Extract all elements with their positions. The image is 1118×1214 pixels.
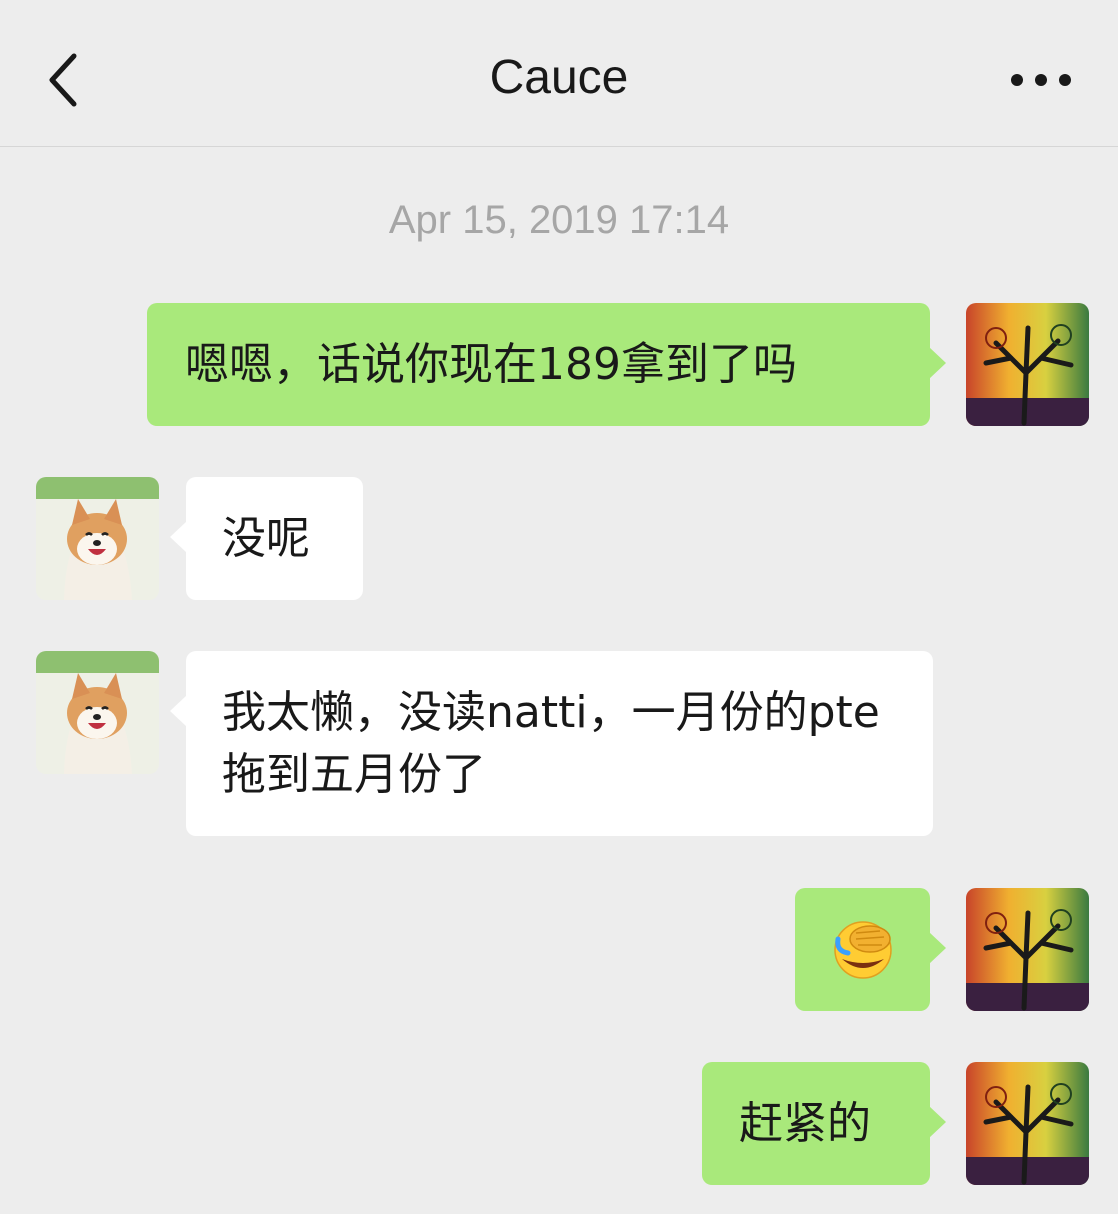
message-bubble-sent[interactable]: [795, 888, 946, 1011]
message-bubble-sent[interactable]: 赶紧的: [702, 1062, 946, 1185]
chat-title: Cauce: [489, 51, 629, 104]
nav-bar: Cauce: [0, 0, 1118, 147]
contact-avatar[interactable]: [36, 477, 159, 600]
message-text: 嗯嗯，话说你现在189拿到了吗: [185, 339, 797, 390]
my-avatar[interactable]: [966, 1062, 1089, 1185]
tree-avatar-image: [966, 303, 1089, 426]
message-bubble-received[interactable]: 我太懒，没读natti，一月份的pte拖到五月份了: [170, 651, 933, 836]
face-palm-laughing-emoji-icon: [834, 921, 892, 979]
more-dots-icon[interactable]: [1008, 62, 1074, 98]
contact-avatar[interactable]: [36, 651, 159, 774]
shiba-avatar-image: [36, 651, 159, 774]
message-text: 我太懒，没读natti，一月份的pte拖到五月份了: [222, 687, 880, 800]
shiba-avatar-image: [36, 477, 159, 600]
my-avatar[interactable]: [966, 303, 1089, 426]
message-timestamp: Apr 15, 2019 17:14: [388, 198, 730, 242]
message-text: 没呢: [222, 513, 310, 564]
my-avatar[interactable]: [966, 888, 1089, 1011]
message-bubble-sent[interactable]: 嗯嗯，话说你现在189拿到了吗: [147, 303, 946, 426]
message-text: 赶紧的: [739, 1098, 871, 1149]
tree-avatar-image: [966, 1062, 1089, 1185]
message-bubble-received[interactable]: 没呢: [170, 477, 363, 600]
tree-avatar-image: [966, 888, 1089, 1011]
